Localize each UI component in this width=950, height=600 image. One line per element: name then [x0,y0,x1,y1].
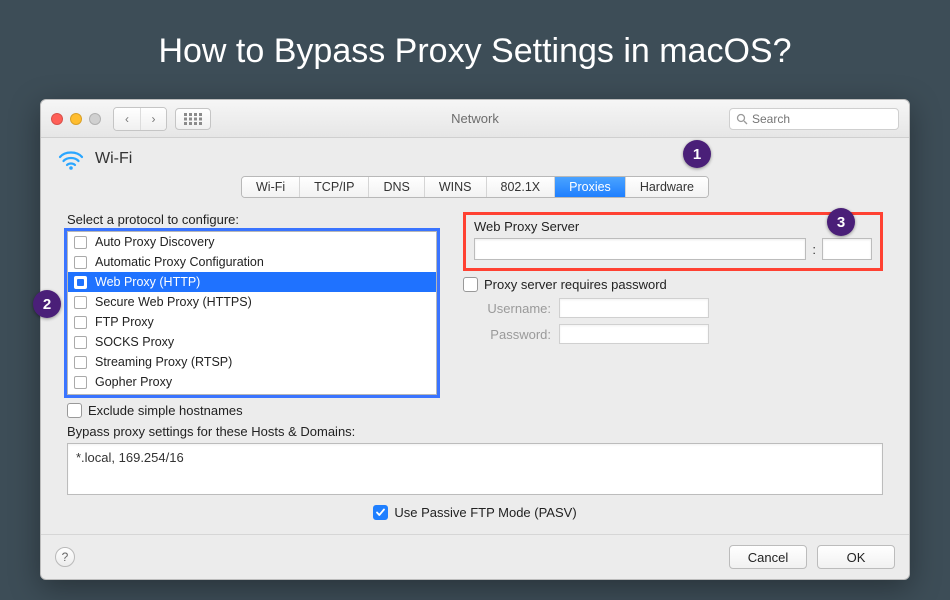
protocol-checkbox[interactable] [74,356,87,369]
callout-2: 2 [33,290,61,318]
tab-strip: Wi-Fi TCP/IP DNS WINS 802.1X Proxies Har… [41,174,909,198]
ok-button[interactable]: OK [817,545,895,569]
exclude-hostnames-checkbox[interactable] [67,403,82,418]
callout-1: 1 [683,140,711,168]
tab-wifi[interactable]: Wi-Fi [242,177,299,197]
close-window-button[interactable] [51,113,63,125]
protocol-row-secure-https[interactable]: Secure Web Proxy (HTTPS) [68,292,436,312]
protocol-row-socks[interactable]: SOCKS Proxy [68,332,436,352]
protocol-label: Auto Proxy Discovery [95,235,214,249]
bypass-textarea[interactable]: *.local, 169.254/16 [67,443,883,495]
protocol-row-ftp[interactable]: FTP Proxy [68,312,436,332]
bypass-label: Bypass proxy settings for these Hosts & … [67,424,883,439]
search-icon [736,113,748,125]
password-input[interactable] [559,324,709,344]
protocol-row-gopher[interactable]: Gopher Proxy [68,372,436,392]
username-label: Username: [463,301,551,316]
titlebar: ‹ › Network [41,100,909,138]
checkmark-icon [375,507,386,518]
protocol-label: Secure Web Proxy (HTTPS) [95,295,252,309]
dialog-footer: ? Cancel OK [41,534,909,579]
nav-back-button[interactable]: ‹ [114,108,140,130]
tab-hardware[interactable]: Hardware [625,177,708,197]
nav-back-forward: ‹ › [113,107,167,131]
page-title: How to Bypass Proxy Settings in macOS? [0,0,950,99]
minimize-window-button[interactable] [70,113,82,125]
preferences-window: ‹ › Network [40,99,910,580]
callout-3: 3 [827,208,855,236]
protocol-row-rtsp[interactable]: Streaming Proxy (RTSP) [68,352,436,372]
tab-proxies[interactable]: Proxies [554,177,625,197]
window-controls [51,113,101,125]
exclude-hostnames-label: Exclude simple hostnames [88,403,243,418]
requires-password-row: Proxy server requires password [463,277,883,292]
protocol-label: FTP Proxy [95,315,154,329]
tab-8021x[interactable]: 802.1X [486,177,555,197]
host-port-separator: : [812,242,816,257]
requires-password-checkbox[interactable] [463,277,478,292]
pasv-label: Use Passive FTP Mode (PASV) [394,505,576,520]
nav-forward-button[interactable]: › [140,108,166,130]
tab-tcpip[interactable]: TCP/IP [299,177,368,197]
password-label: Password: [463,327,551,342]
protocol-row-auto-discovery[interactable]: Auto Proxy Discovery [68,232,436,252]
tab-segmented-control: Wi-Fi TCP/IP DNS WINS 802.1X Proxies Har… [241,176,709,198]
service-name: Wi-Fi [95,150,132,168]
service-header: Wi-Fi 1 [41,138,909,174]
tab-dns[interactable]: DNS [368,177,423,197]
protocol-row-auto-config[interactable]: Automatic Proxy Configuration [68,252,436,272]
requires-password-label: Proxy server requires password [484,277,667,292]
tab-wins[interactable]: WINS [424,177,486,197]
protocol-label: SOCKS Proxy [95,335,174,349]
proxies-pane: 2 Select a protocol to configure: Auto P… [41,198,909,534]
protocol-label: Gopher Proxy [95,375,172,389]
pasv-checkbox[interactable] [373,505,388,520]
cancel-button[interactable]: Cancel [729,545,807,569]
web-proxy-server-label: Web Proxy Server [474,219,872,234]
help-button[interactable]: ? [55,547,75,567]
protocol-checkbox[interactable] [74,276,87,289]
search-input[interactable] [752,112,907,126]
proxy-port-input[interactable] [822,238,872,260]
protocol-row-web-http[interactable]: Web Proxy (HTTP) [68,272,436,292]
protocol-checkbox[interactable] [74,236,87,249]
protocol-checkbox[interactable] [74,296,87,309]
protocol-label: Web Proxy (HTTP) [95,275,200,289]
protocol-list-label: Select a protocol to configure: [67,212,437,227]
protocol-checkbox[interactable] [74,376,87,389]
protocol-checkbox[interactable] [74,256,87,269]
protocol-checkbox[interactable] [74,336,87,349]
proxy-host-input[interactable] [474,238,806,260]
protocol-label: Automatic Proxy Configuration [95,255,264,269]
zoom-window-button[interactable] [89,113,101,125]
protocol-list[interactable]: Auto Proxy Discovery Automatic Proxy Con… [67,231,437,395]
username-input[interactable] [559,298,709,318]
wifi-icon [57,148,85,170]
show-all-button[interactable] [175,108,211,130]
grid-icon [184,113,202,125]
web-proxy-server-group: Web Proxy Server : [463,212,883,271]
protocol-label: Streaming Proxy (RTSP) [95,355,232,369]
protocol-checkbox[interactable] [74,316,87,329]
search-field-wrapper[interactable] [729,108,899,130]
